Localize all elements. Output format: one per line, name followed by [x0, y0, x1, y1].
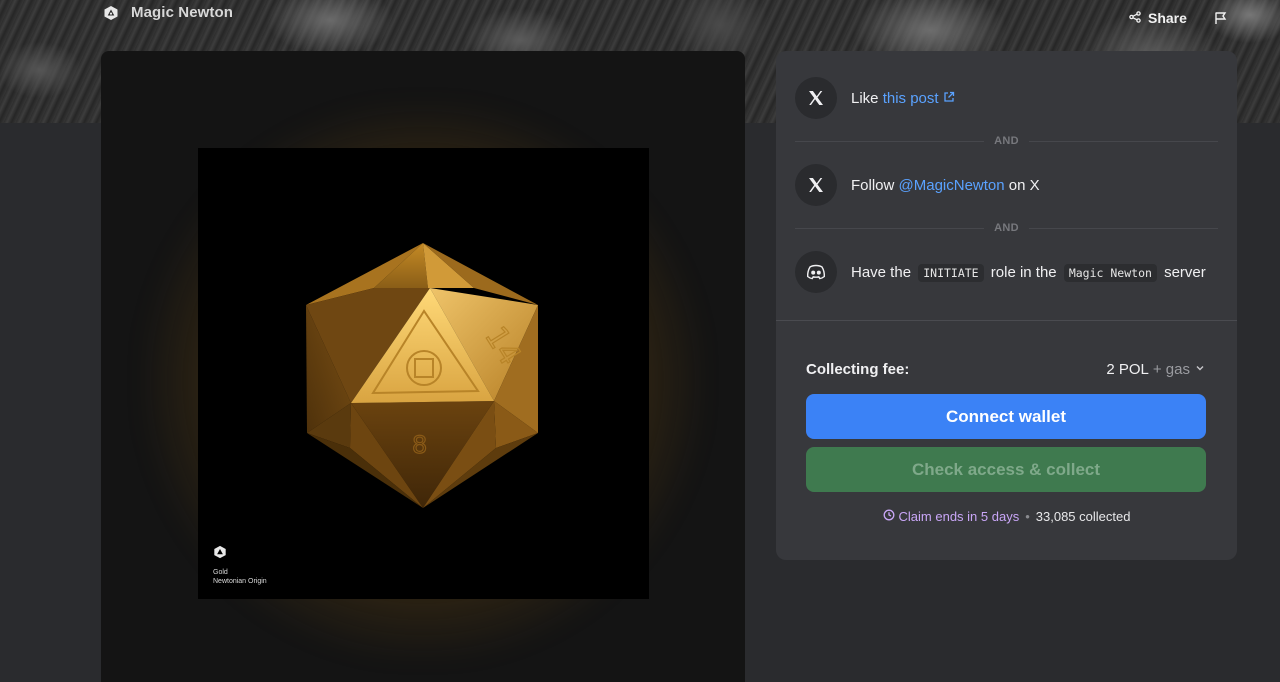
claim-ends: Claim ends in 5 days [883, 509, 1020, 524]
claim-ends-text: Claim ends in 5 days [898, 509, 1020, 524]
x-logo-icon [795, 77, 837, 119]
collect-card: Like this post AND Follow @MagicNewton o… [776, 51, 1237, 560]
check-access-collect-button[interactable]: Check access & collect [806, 447, 1206, 492]
and-label: AND [994, 135, 1019, 147]
requirement-prefix: Have the [851, 263, 916, 281]
collected-count: 33,085 collected [1035, 509, 1131, 524]
requirement-middle: role in the [986, 263, 1061, 281]
flag-icon [1214, 12, 1227, 29]
this-post-link[interactable]: this post [883, 90, 939, 107]
gold-d20-die-image: 14 8 [306, 243, 538, 508]
x-logo-icon [795, 164, 837, 206]
artwork-caption-line1: Gold [213, 569, 228, 576]
die-number-8: 8 [412, 431, 427, 459]
and-label: AND [994, 222, 1019, 234]
artwork-caption: Gold Newtonian Origin [213, 568, 267, 586]
chevron-down-icon [1194, 361, 1206, 378]
top-header: Magic Newton Share [0, 0, 1280, 36]
requirement-text: Like this post [851, 90, 955, 107]
connect-wallet-button[interactable]: Connect wallet [806, 394, 1206, 439]
fee-gas: + gas [1152, 361, 1190, 378]
fee-dropdown[interactable]: 2 POL + gas [1106, 361, 1206, 378]
requirement-text: Have the INITIATE role in the Magic Newt… [851, 263, 1206, 282]
requirement-prefix: Follow [851, 176, 899, 194]
and-separator: AND [795, 222, 1219, 234]
fee-amount: 2 POL [1106, 361, 1149, 378]
claim-status: Claim ends in 5 days • 33,085 collected [776, 509, 1237, 524]
brand-name: Magic Newton [131, 4, 234, 21]
external-link-icon[interactable] [943, 90, 955, 107]
discord-icon [795, 251, 837, 293]
requirement-prefix: Like [851, 89, 883, 107]
status-separator: • [1025, 509, 1030, 524]
share-button[interactable]: Share [1129, 10, 1187, 26]
magic-newton-logo-icon [103, 5, 119, 21]
clock-icon [883, 509, 895, 524]
and-separator: AND [795, 135, 1219, 147]
requirement-follow: Follow @MagicNewton on X [795, 164, 1040, 206]
server-code: Magic Newton [1063, 263, 1157, 282]
share-icon [1129, 10, 1141, 26]
fee-row: Collecting fee: 2 POL + gas [806, 361, 1206, 378]
share-label: Share [1148, 10, 1187, 26]
brand[interactable]: Magic Newton [103, 4, 233, 21]
requirement-suffix: server [1159, 263, 1206, 281]
nft-artwork[interactable]: 14 8 Gold Newtonian Origin [198, 148, 649, 599]
artwork-panel: 14 8 Gold Newtonian Origin [101, 51, 745, 682]
requirement-discord-role: Have the INITIATE role in the Magic Newt… [795, 251, 1206, 293]
requirement-text: Follow @MagicNewton on X [851, 177, 1040, 194]
role-code: INITIATE [918, 263, 984, 282]
collect-section: Collecting fee: 2 POL + gas Connect wall… [776, 320, 1237, 560]
requirement-suffix: on X [1004, 176, 1040, 194]
requirement-like-post: Like this post [795, 77, 955, 119]
artwork-caption-line2: Newtonian Origin [213, 578, 267, 585]
fee-label: Collecting fee: [806, 361, 910, 378]
report-flag-button[interactable] [1214, 11, 1228, 26]
artwork-logo-icon [213, 545, 227, 559]
magicnewton-profile-link[interactable]: @MagicNewton [899, 177, 1005, 194]
